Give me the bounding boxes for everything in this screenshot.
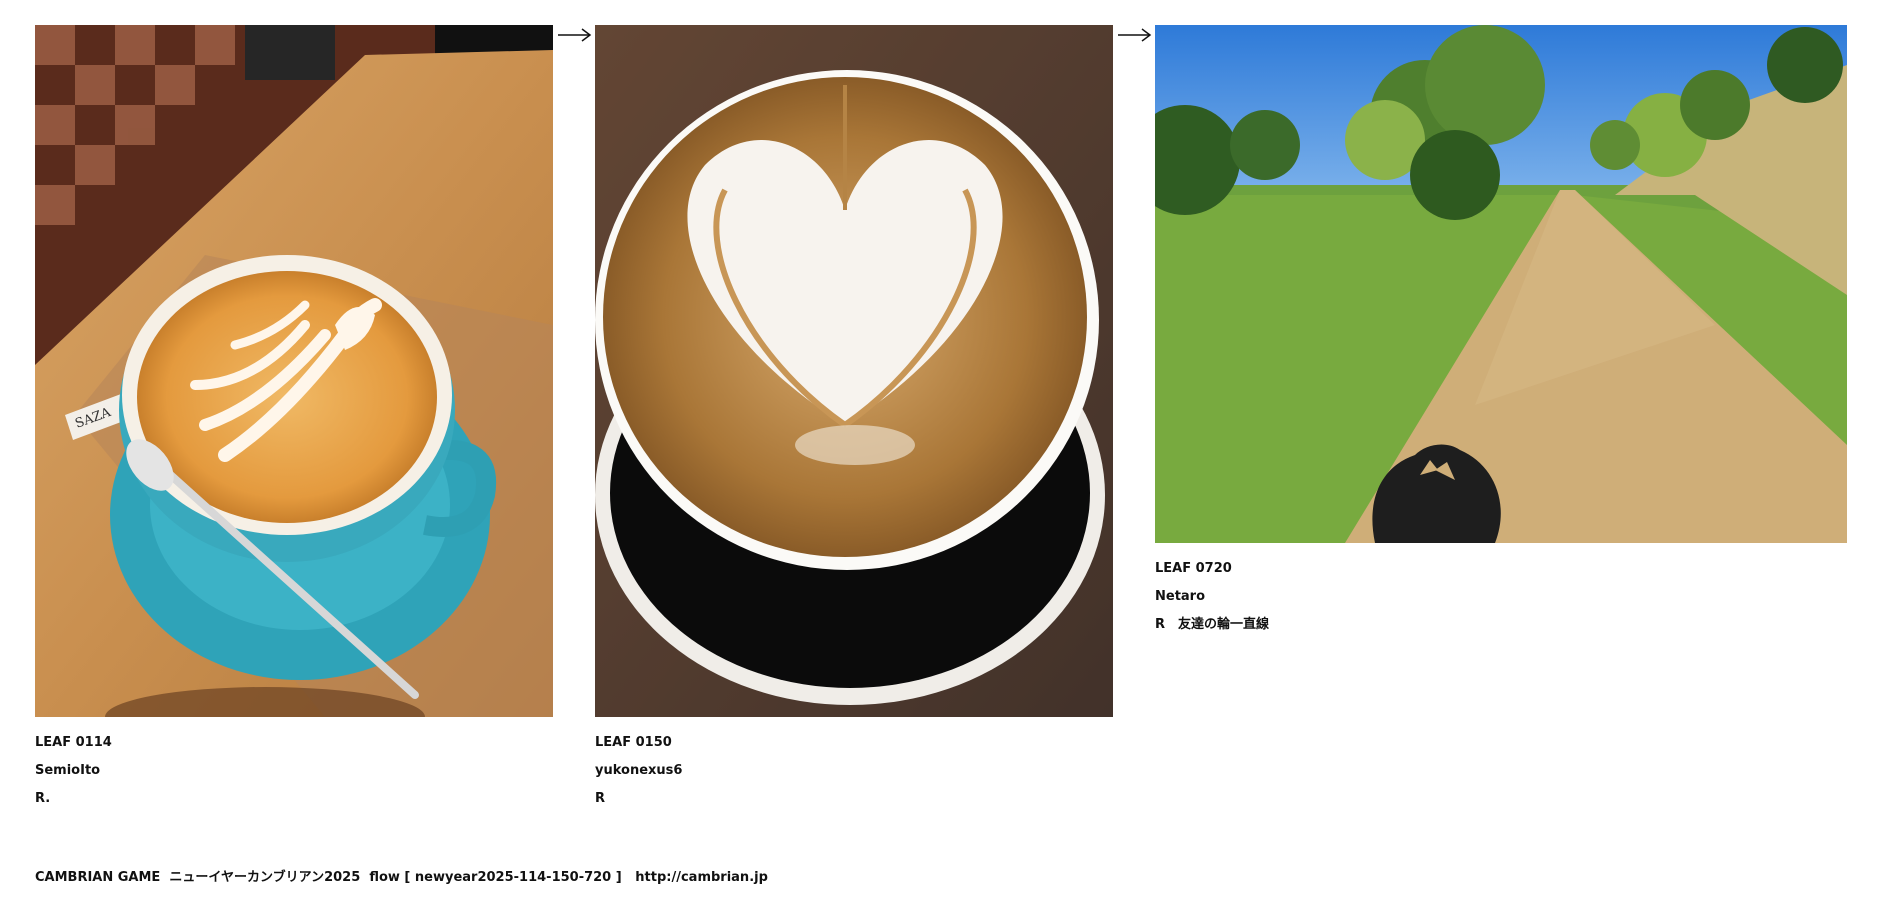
footer-flow: flow [ newyear2025-114-150-720 ]: [369, 870, 622, 885]
leaf-note: R 友達の輪一直線: [1155, 617, 1270, 632]
footer-url-link[interactable]: http://cambrian.jp: [635, 870, 768, 885]
leaf-card: LEAF 0720 Netaro R 友達の輪一直線: [1155, 25, 1847, 639]
leaf-code: LEAF 0114: [35, 735, 112, 750]
footer-subtitle: ニューイヤーカンブリアン2025: [169, 870, 361, 885]
leaf-author[interactable]: yukonexus6: [595, 757, 1113, 785]
footer-title: CAMBRIAN GAME: [35, 870, 161, 885]
leaf-note: R.: [35, 791, 51, 806]
leaf-photo-dirt-path[interactable]: [1155, 25, 1847, 543]
leaf-meta: LEAF 0720 Netaro R 友達の輪一直線: [1155, 555, 1847, 639]
leaf-photo-latte-rosetta[interactable]: SAZA: [35, 25, 553, 717]
leaf-code: LEAF 0150: [595, 735, 672, 750]
right-arrow-icon: [1118, 28, 1152, 42]
leaf-card: LEAF 0150 yukonexus6 R: [595, 25, 1113, 813]
leaf-photo-latte-heart[interactable]: [595, 25, 1113, 717]
page: SAZA LEAF 0114 SemioIto R. LEAF 0150 yuk…: [0, 0, 1883, 900]
leaf-meta: LEAF 0114 SemioIto R.: [35, 729, 553, 813]
leaf-note: R: [595, 791, 606, 806]
footer: CAMBRIAN GAME ニューイヤーカンブリアン2025 flow [ ne…: [35, 866, 768, 885]
leaf-author[interactable]: SemioIto: [35, 757, 553, 785]
leaf-card: SAZA LEAF 0114 SemioIto R.: [35, 25, 553, 813]
right-arrow-icon: [558, 28, 592, 42]
leaf-code: LEAF 0720: [1155, 561, 1232, 576]
leaf-author[interactable]: Netaro: [1155, 583, 1847, 611]
leaf-meta: LEAF 0150 yukonexus6 R: [595, 729, 1113, 813]
